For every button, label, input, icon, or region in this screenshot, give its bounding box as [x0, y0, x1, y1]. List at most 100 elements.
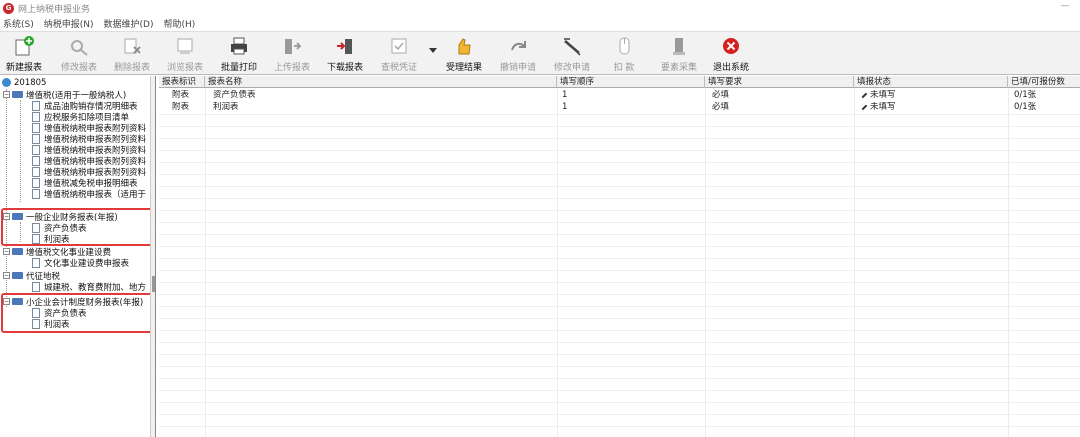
- table-row[interactable]: 附表 资产负债表 1 必填 未填写 0/1张: [159, 90, 1080, 101]
- delete-report-icon: [119, 34, 145, 58]
- collapse-icon[interactable]: −: [3, 91, 10, 98]
- tree-node-culture-fee[interactable]: − 增值税文化事业建设费: [3, 246, 111, 258]
- download-icon: [332, 34, 358, 58]
- document-icon: [32, 281, 40, 292]
- edit-report-button[interactable]: 修改报表: [61, 34, 97, 74]
- edit-report-icon: [66, 34, 92, 58]
- grid-rule: [159, 390, 1080, 391]
- grid-rule: [159, 342, 1080, 343]
- folder-icon: [12, 272, 23, 279]
- accept-result-button[interactable]: 受理结果: [446, 34, 482, 74]
- tree-leaf[interactable]: 城建税、教育费附加、地方: [32, 281, 146, 293]
- grid-rule: [159, 138, 1080, 139]
- tax-voucher-button[interactable]: 查税凭证: [381, 34, 417, 74]
- grid-rule: [159, 270, 1080, 271]
- grid-divider: [557, 88, 558, 437]
- tree-scrollbar[interactable]: [150, 76, 155, 437]
- pencil-icon: [858, 102, 868, 111]
- batch-print-button[interactable]: 批量打印: [221, 34, 257, 74]
- folder-icon: [12, 91, 23, 98]
- collect-button[interactable]: 要素采集: [661, 34, 697, 74]
- cell-status: 未填写: [857, 102, 896, 113]
- tree-leaf[interactable]: 增值税纳税申报表附列资料: [32, 122, 146, 134]
- collapse-icon[interactable]: −: [3, 272, 10, 279]
- document-icon: [32, 155, 40, 166]
- col-header-status[interactable]: 填报状态: [854, 76, 1008, 88]
- grid-rule: [159, 222, 1080, 223]
- grid-rule: [159, 210, 1080, 211]
- grid-rule: [159, 426, 1080, 427]
- document-icon: [32, 166, 40, 177]
- highlight-frame-small: [1, 293, 155, 333]
- grid-rule: [159, 126, 1080, 127]
- upload-report-button[interactable]: 上传报表: [274, 34, 310, 74]
- grid-rule: [159, 174, 1080, 175]
- grid-divider: [1008, 88, 1009, 437]
- col-header-name[interactable]: 报表名称: [205, 76, 557, 88]
- grid-rule: [159, 414, 1080, 415]
- highlight-frame-general: [1, 208, 155, 246]
- grid-rule: [159, 198, 1080, 199]
- tree-leaf[interactable]: 增值税纳税申报表附列资料: [32, 166, 146, 178]
- grid-rule: [159, 378, 1080, 379]
- col-header-count[interactable]: 已填/可报份数: [1008, 76, 1080, 88]
- grid-rule: [159, 402, 1080, 403]
- cell-requirement: 必填: [712, 90, 730, 100]
- new-report-button[interactable]: 新建报表: [6, 34, 42, 74]
- tree-leaf[interactable]: 成品油购销存情况明细表: [32, 100, 138, 112]
- document-icon: [32, 144, 40, 155]
- document-icon: [32, 100, 40, 111]
- table-row[interactable]: 附表 利润表 1 必填 未填写 0/1张: [159, 102, 1080, 113]
- modify-apply-icon: [559, 34, 585, 58]
- menu-tax-declare[interactable]: 纳税申报(N): [44, 17, 94, 30]
- tree-leaf[interactable]: 应税服务扣除项目清单: [32, 111, 129, 123]
- cell-count: 0/1张: [1014, 90, 1037, 100]
- minimize-icon[interactable]: —: [1060, 2, 1070, 12]
- menu-data-maintain[interactable]: 数据维护(D): [104, 17, 154, 30]
- collect-icon: [666, 34, 692, 58]
- tree-leaf[interactable]: 增值税纳税申报表附列资料: [32, 155, 146, 167]
- document-icon: [32, 188, 40, 199]
- tree-root[interactable]: 201805: [2, 77, 46, 88]
- scroll-thumb[interactable]: [152, 276, 155, 292]
- tree-leaf[interactable]: 增值税减免税申报明细表: [32, 177, 138, 189]
- grid-rule: [159, 354, 1080, 355]
- col-header-id[interactable]: 报表标识: [159, 76, 205, 88]
- undo-apply-button[interactable]: 撤销申请: [500, 34, 536, 74]
- grid-rule: [159, 318, 1080, 319]
- deduct-button[interactable]: 扣 款: [611, 34, 637, 74]
- grid-rule: [159, 114, 1080, 115]
- menu-system[interactable]: 系统(S): [3, 17, 34, 30]
- grid-divider: [205, 88, 206, 437]
- menu-bar: 系统(S) 纳税申报(N) 数据维护(D) 帮助(H): [0, 16, 1080, 31]
- tree-node-vat-general[interactable]: − 增值税(适用于一般纳税人): [3, 89, 126, 101]
- voucher-dropdown-icon[interactable]: [429, 48, 437, 53]
- delete-report-button[interactable]: 删除报表: [114, 34, 150, 74]
- cell-status: 未填写: [857, 90, 896, 101]
- browse-report-button[interactable]: 浏览报表: [167, 34, 203, 74]
- cell-requirement: 必填: [712, 102, 730, 112]
- collapse-icon[interactable]: −: [3, 248, 10, 255]
- grid-header: 报表标识 报表名称 填写顺序 填写要求 填报状态 已填/可报份数: [159, 76, 1080, 88]
- col-header-order[interactable]: 填写顺序: [557, 76, 705, 88]
- tree-leaf[interactable]: 增值税纳税申报表附列资料: [32, 133, 146, 145]
- tree-leaf[interactable]: 文化事业建设费申报表: [32, 257, 129, 269]
- folder-icon: [12, 248, 23, 255]
- grid-rule: [159, 258, 1080, 259]
- col-header-requirement[interactable]: 填写要求: [705, 76, 854, 88]
- grid-rule: [159, 330, 1080, 331]
- document-icon: [32, 111, 40, 122]
- download-report-button[interactable]: 下载报表: [327, 34, 363, 74]
- tree-node-local-tax[interactable]: − 代征地税: [3, 270, 60, 282]
- report-grid: 报表标识 报表名称 填写顺序 填写要求 填报状态 已填/可报份数 附表 资产负债…: [159, 76, 1080, 437]
- deduct-icon: [611, 34, 637, 58]
- tree-guide-line: [20, 100, 21, 202]
- tree-leaf[interactable]: 增值税纳税申报表附列资料: [32, 144, 146, 156]
- exit-system-button[interactable]: 退出系统: [713, 34, 749, 74]
- cell-id: 附表: [172, 90, 190, 100]
- menu-help[interactable]: 帮助(H): [163, 17, 195, 30]
- cell-name: 利润表: [213, 102, 239, 112]
- document-icon: [32, 122, 40, 133]
- tree-leaf[interactable]: 增值税纳税申报表（适用于: [32, 188, 146, 200]
- modify-apply-button[interactable]: 修改申请: [554, 34, 590, 74]
